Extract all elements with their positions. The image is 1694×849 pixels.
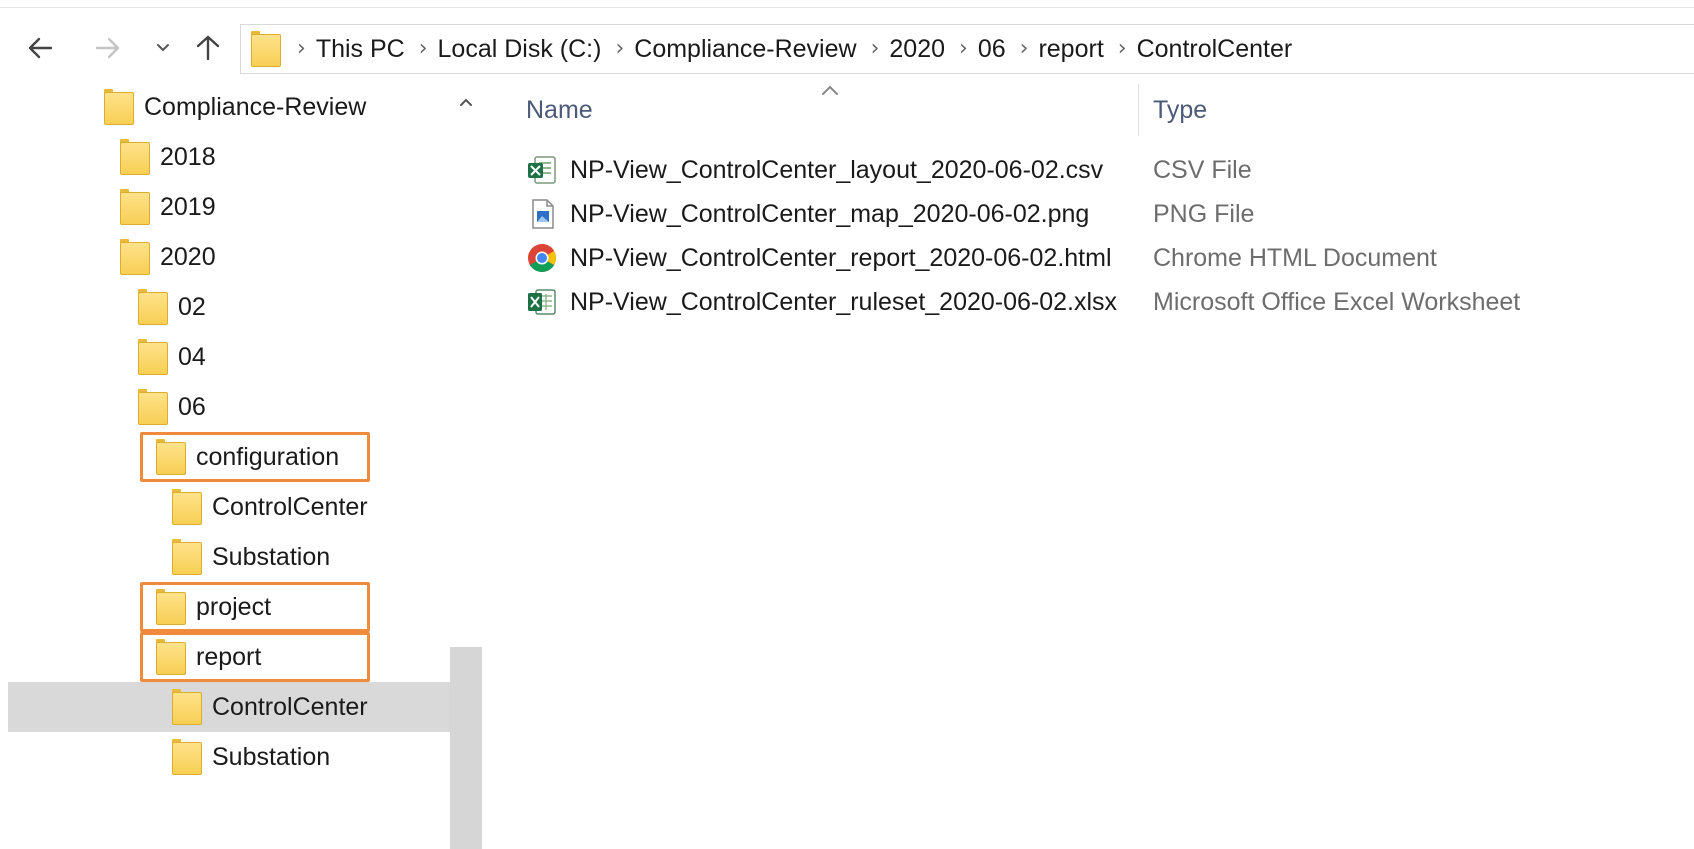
tree-item[interactable]: 04 <box>8 332 482 382</box>
breadcrumb-item[interactable]: Local Disk (C:) <box>438 35 602 64</box>
highlight-box <box>140 582 370 632</box>
scroll-up-button[interactable] <box>450 82 482 122</box>
file-type: CSV File <box>1153 156 1252 184</box>
tree-item[interactable]: ControlCenter <box>8 482 482 532</box>
chevron-right-icon[interactable]: › <box>857 38 890 60</box>
chrome-icon <box>526 242 558 274</box>
breadcrumb-item[interactable]: 2020 <box>889 35 945 64</box>
folder-icon <box>138 389 168 425</box>
tree-item[interactable]: Compliance-Review <box>8 82 482 132</box>
recent-locations-button[interactable] <box>148 28 178 68</box>
tree-item-label: 04 <box>178 343 206 371</box>
tree-item[interactable]: 06 <box>8 382 482 432</box>
tree-item-label: Substation <box>212 743 331 771</box>
scroll-thumb[interactable] <box>450 647 482 849</box>
chevron-right-icon[interactable]: › <box>1006 38 1039 60</box>
tree-item[interactable]: 02 <box>8 282 482 332</box>
tree-item[interactable]: 2018 <box>8 132 482 182</box>
chevron-right-icon: › <box>297 36 306 61</box>
tree-item-label: Compliance-Review <box>144 93 367 121</box>
tree-item-label: 2018 <box>160 143 216 171</box>
chevron-down-icon <box>157 44 169 52</box>
file-name: NP-View_ControlCenter_ruleset_2020-06-02… <box>570 288 1118 316</box>
navigation-scrollbar[interactable] <box>450 82 482 849</box>
excel-file-icon <box>526 286 558 318</box>
folder-icon <box>120 239 150 275</box>
folder-icon <box>120 189 150 225</box>
window-top-edge <box>0 0 1694 8</box>
tree-item[interactable]: 2020 <box>8 232 482 282</box>
chevron-right-icon[interactable]: › <box>1104 38 1137 60</box>
csv-file-icon <box>526 154 558 186</box>
arrow-right-icon <box>95 37 120 59</box>
tree-item-label: ControlCenter <box>212 693 368 721</box>
folder-icon <box>172 539 202 575</box>
chevron-right-icon[interactable]: › <box>945 38 978 60</box>
forward-button[interactable] <box>88 28 128 68</box>
tree-item-label: 2020 <box>160 243 216 271</box>
folder-icon <box>172 739 202 775</box>
file-list: Name Type NP-View_ControlCenter_layout_2… <box>488 78 1694 849</box>
sort-ascending-icon <box>822 85 838 95</box>
breadcrumb-item[interactable]: 06 <box>978 35 1006 64</box>
file-row[interactable]: NP-View_ControlCenter_ruleset_2020-06-02… <box>518 280 1688 324</box>
column-header-name[interactable]: Name <box>526 90 593 130</box>
file-name: NP-View_ControlCenter_report_2020-06-02.… <box>570 244 1112 272</box>
file-row[interactable]: NP-View_ControlCenter_report_2020-06-02.… <box>518 236 1688 280</box>
chevron-up-icon <box>460 98 472 106</box>
image-file-icon <box>526 198 558 230</box>
breadcrumb-item[interactable]: report <box>1038 35 1103 64</box>
chevron-right-icon[interactable]: › <box>601 38 634 60</box>
file-row[interactable]: NP-View_ControlCenter_map_2020-06-02.png… <box>518 192 1688 236</box>
column-divider[interactable] <box>1138 84 1139 136</box>
arrow-left-icon <box>28 37 53 59</box>
tree-item-label: 06 <box>178 393 206 421</box>
tree-item-label: Substation <box>212 543 331 571</box>
file-type: Chrome HTML Document <box>1153 244 1437 272</box>
file-type: Microsoft Office Excel Worksheet <box>1153 288 1521 316</box>
folder-icon <box>249 30 283 68</box>
tree-item[interactable]: ControlCenter <box>8 682 482 732</box>
folder-icon <box>138 289 168 325</box>
folder-icon <box>172 489 202 525</box>
file-name: NP-View_ControlCenter_map_2020-06-02.png <box>570 200 1090 228</box>
chevron-right-icon[interactable]: › <box>405 38 438 60</box>
file-row[interactable]: NP-View_ControlCenter_layout_2020-06-02.… <box>518 148 1688 192</box>
folder-icon <box>120 139 150 175</box>
navigation-pane: Compliance-Review 2018 2019 2020 02 04 06 confi… <box>0 78 484 849</box>
arrow-up-icon <box>196 35 220 61</box>
folder-icon <box>104 89 134 125</box>
folder-icon <box>138 339 168 375</box>
highlight-box <box>140 632 370 682</box>
breadcrumb-item[interactable]: Compliance-Review <box>634 35 856 64</box>
file-type: PNG File <box>1153 200 1255 228</box>
up-button[interactable] <box>188 28 228 68</box>
tree-item-label: 02 <box>178 293 206 321</box>
tree-item[interactable]: 2019 <box>8 182 482 232</box>
tree-item[interactable]: Substation <box>8 532 482 582</box>
tree-item-label: ControlCenter <box>212 493 368 521</box>
breadcrumb-item[interactable]: ControlCenter <box>1137 35 1293 64</box>
file-name: NP-View_ControlCenter_layout_2020-06-02.… <box>570 156 1104 184</box>
tree-item[interactable]: Substation <box>8 732 482 782</box>
column-header-type[interactable]: Type <box>1153 90 1207 130</box>
folder-icon <box>172 689 202 725</box>
highlight-box <box>140 432 370 482</box>
breadcrumb-item[interactable]: This PC <box>316 35 405 64</box>
address-bar[interactable]: › This PC › Local Disk (C:) › Compliance… <box>240 24 1694 74</box>
back-button[interactable] <box>20 28 60 68</box>
tree-item-label: 2019 <box>160 193 216 221</box>
breadcrumb: › This PC › Local Disk (C:) › Compliance… <box>283 25 1292 73</box>
